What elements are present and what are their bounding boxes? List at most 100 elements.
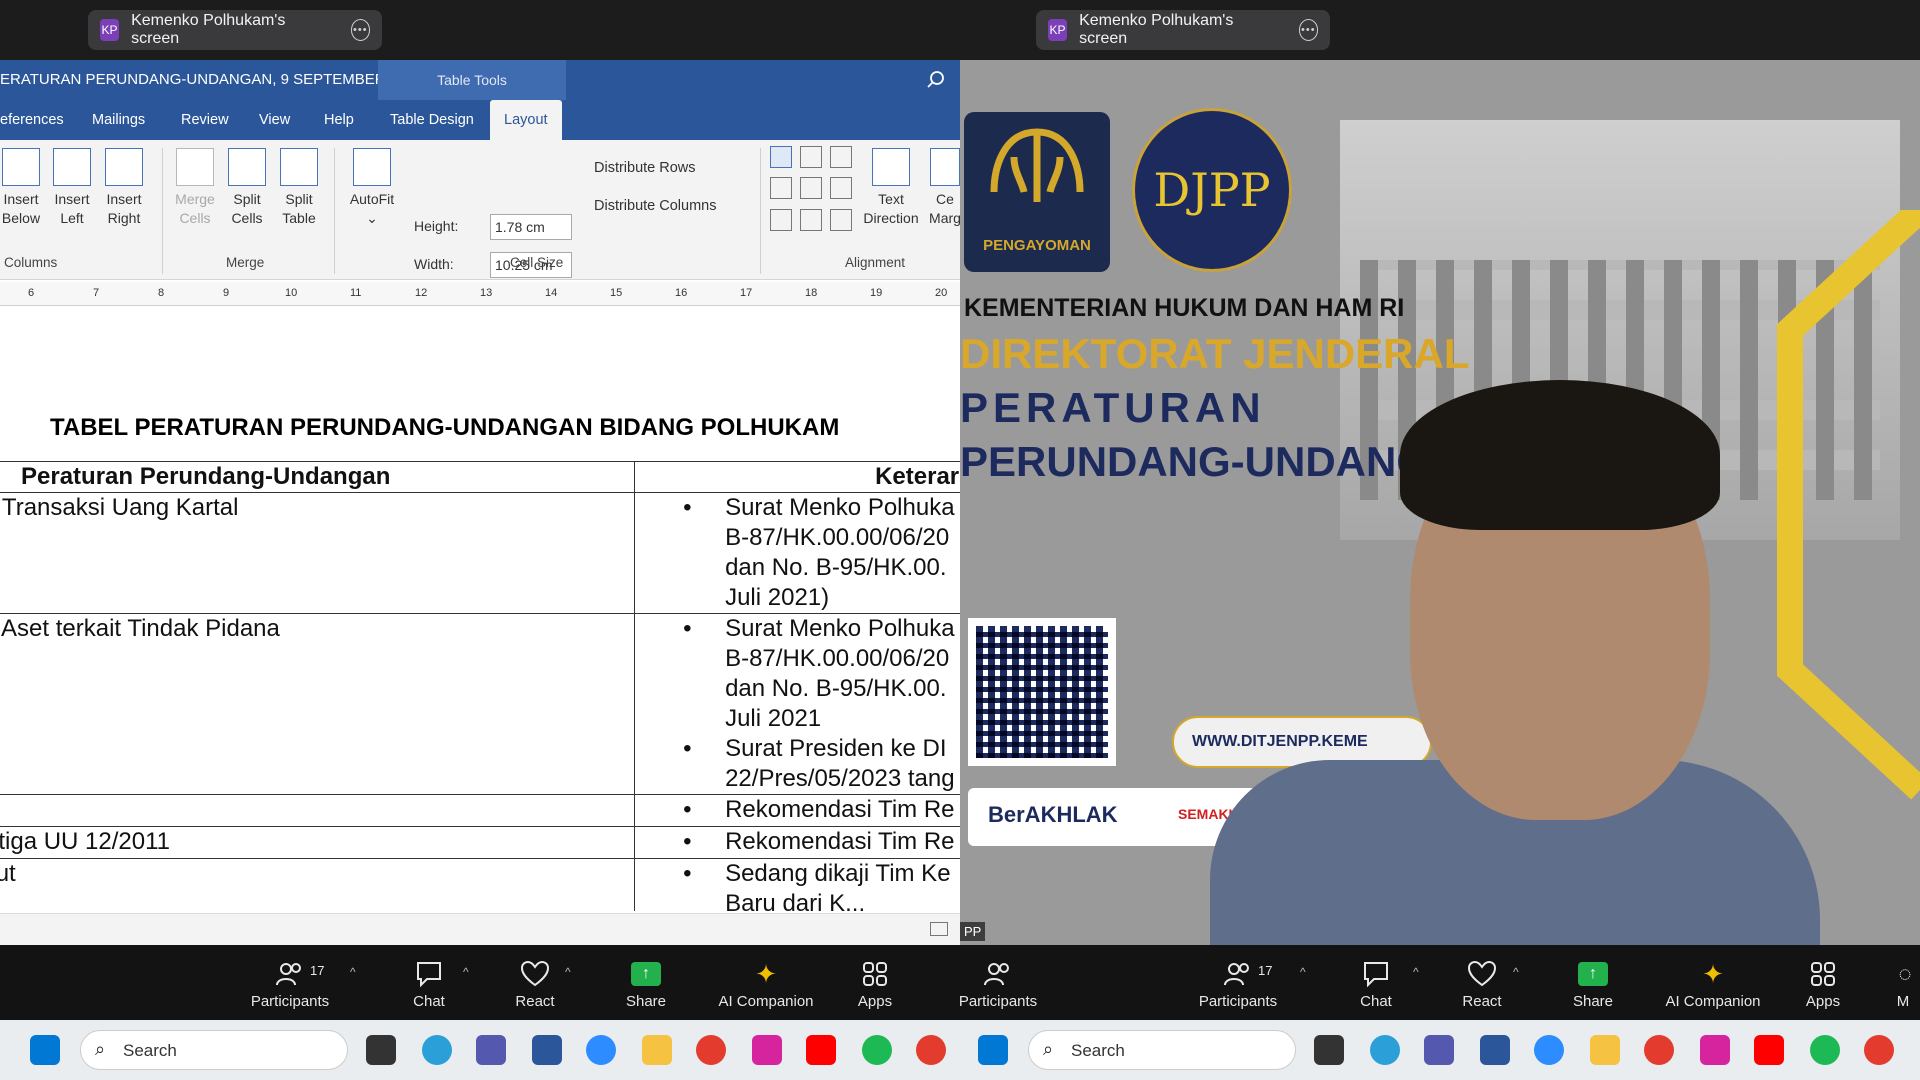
share-indicator-pill[interactable]: KP Kemenko Polhukam's screen ••• xyxy=(88,10,382,50)
ai-companion-button[interactable]: ✦ AI Companion xyxy=(710,959,822,1011)
split-cells-button[interactable]: Split Cells xyxy=(222,148,272,228)
autofit-button[interactable]: AutoFit ⌄ xyxy=(346,148,398,228)
text-direction-button[interactable]: Text Direction xyxy=(863,148,919,228)
file-explorer-icon[interactable] xyxy=(642,1035,672,1065)
more-button[interactable]: ◌ M xyxy=(1888,959,1918,1010)
row-height-field[interactable] xyxy=(490,214,572,240)
tab-review[interactable]: Review xyxy=(181,100,229,140)
table-tools-label: Table Tools xyxy=(378,60,566,100)
zoom-icon[interactable] xyxy=(1534,1035,1564,1065)
spotify-icon[interactable] xyxy=(1810,1035,1840,1065)
align-top-right-icon[interactable] xyxy=(830,146,852,168)
apps-button[interactable]: Apps xyxy=(850,959,900,1010)
react-button[interactable]: React xyxy=(510,959,560,1010)
document-page[interactable]: TABEL PERATURAN PERUNDANG-UNDANGAN BIDAN… xyxy=(0,306,960,911)
tab-layout[interactable]: Layout xyxy=(490,100,562,140)
chat-label: Chat xyxy=(1360,993,1392,1010)
distribute-columns-button[interactable]: Distribute Columns xyxy=(594,198,717,214)
tab-mailings[interactable]: Mailings xyxy=(92,100,145,140)
chrome-icon[interactable] xyxy=(1644,1035,1674,1065)
participants-count: 17 xyxy=(310,963,325,978)
chat-button[interactable]: Chat xyxy=(404,959,454,1010)
share-indicator-pill[interactable]: KP Kemenko Polhukam's screen ••• xyxy=(1036,10,1330,50)
ai-companion-button[interactable]: ✦ AI Companion xyxy=(1657,959,1769,1011)
taskbar-search-box[interactable]: ⌕ Search xyxy=(80,1030,348,1070)
participants-button-2[interactable]: Participants xyxy=(1196,959,1280,1010)
align-top-left-icon[interactable] xyxy=(770,146,792,168)
search-icon: ⌕ xyxy=(1043,1039,1054,1059)
file-explorer-icon[interactable] xyxy=(1590,1035,1620,1065)
split-table-button[interactable]: Split Table xyxy=(274,148,324,228)
teams-icon[interactable] xyxy=(476,1035,506,1065)
chrome-profile-icon[interactable] xyxy=(916,1035,946,1065)
windows-taskbar: ⌕ Search xyxy=(0,1020,960,1080)
participants-button[interactable]: Participants xyxy=(960,959,1040,1010)
regulations-table[interactable]: Peraturan Perundang-Undangan Keterar an … xyxy=(0,461,960,911)
align-middle-left-icon[interactable] xyxy=(770,177,792,200)
react-caret-icon[interactable]: ^ xyxy=(565,965,571,979)
task-view-icon[interactable] xyxy=(366,1035,396,1065)
apps-label: Apps xyxy=(857,993,893,1010)
instagram-icon[interactable] xyxy=(752,1035,782,1065)
more-options-icon[interactable]: ••• xyxy=(1298,19,1319,41)
list-item: Surat Presiden ke DI22/Pres/05/2023 tang xyxy=(683,734,960,794)
list-item: Sedang dikaji Tim KeBaru dari K... xyxy=(683,859,960,911)
horizontal-ruler[interactable]: 6 7 8 9 10 11 12 13 14 15 16 17 18 19 20 xyxy=(0,282,960,306)
windows-start-icon[interactable] xyxy=(30,1035,60,1065)
read-mode-icon[interactable] xyxy=(930,922,948,936)
align-bottom-right-icon[interactable] xyxy=(830,208,852,231)
react-caret-icon[interactable]: ^ xyxy=(1513,965,1519,979)
more-options-icon[interactable]: ••• xyxy=(350,19,371,41)
task-view-icon[interactable] xyxy=(1314,1035,1344,1065)
apps-button[interactable]: Apps xyxy=(1798,959,1848,1010)
chrome-profile-icon[interactable] xyxy=(1864,1035,1894,1065)
directorate-line-1: DIREKTORAT JENDERAL xyxy=(960,330,1470,377)
share-button-label: Share xyxy=(1572,993,1614,1010)
share-button[interactable]: ↑ Share xyxy=(618,959,674,1010)
share-button[interactable]: ↑ Share xyxy=(1565,959,1621,1010)
taskbar-search-box[interactable]: ⌕ Search xyxy=(1028,1030,1296,1070)
align-top-center-icon[interactable] xyxy=(800,146,822,168)
edge-icon[interactable] xyxy=(1370,1035,1400,1065)
teams-icon[interactable] xyxy=(1424,1035,1454,1065)
table-row[interactable]: an Transaksi Uang Kartal Surat Menko Pol… xyxy=(0,492,960,614)
distribute-rows-button[interactable]: Distribute Rows xyxy=(594,160,696,176)
zoom-icon[interactable] xyxy=(586,1035,616,1065)
insert-below-button[interactable]: Insert Below xyxy=(0,148,46,228)
insert-right-button[interactable]: Insert Right xyxy=(99,148,149,228)
participants-caret-icon[interactable]: ^ xyxy=(1300,965,1306,979)
windows-start-icon[interactable] xyxy=(978,1035,1008,1065)
table-row[interactable]: Rekomendasi Tim Re xyxy=(0,794,960,827)
insert-below-icon xyxy=(2,148,40,186)
participants-caret-icon[interactable]: ^ xyxy=(350,965,356,979)
align-bottom-center-icon[interactable] xyxy=(800,208,822,231)
cell-margins-button[interactable]: Ce Marg xyxy=(925,148,960,228)
table-row[interactable]: Laut Sedang dikaji Tim KeBaru dari K... xyxy=(0,858,960,911)
tab-references[interactable]: eferences xyxy=(0,100,64,140)
word-icon[interactable] xyxy=(1480,1035,1510,1065)
chrome-icon[interactable] xyxy=(696,1035,726,1065)
align-middle-center-icon[interactable] xyxy=(800,177,822,200)
chat-caret-icon[interactable]: ^ xyxy=(1413,965,1419,979)
table-row[interactable]: an Aset terkait Tindak Pidana Surat Menk… xyxy=(0,613,960,795)
word-icon[interactable] xyxy=(532,1035,562,1065)
tab-help[interactable]: Help xyxy=(324,100,354,140)
align-middle-right-icon[interactable] xyxy=(830,177,852,200)
react-button[interactable]: React xyxy=(1457,959,1507,1010)
youtube-icon[interactable] xyxy=(1754,1035,1784,1065)
participant-video[interactable]: PENGAYOMAN DJPP KEMENTERIAN HUKUM DAN HA… xyxy=(960,60,1920,945)
tab-view[interactable]: View xyxy=(259,100,290,140)
chat-caret-icon[interactable]: ^ xyxy=(463,965,469,979)
tab-table-design[interactable]: Table Design xyxy=(390,100,474,140)
edge-icon[interactable] xyxy=(422,1035,452,1065)
search-icon[interactable] xyxy=(926,70,946,90)
align-bottom-left-icon[interactable] xyxy=(770,208,792,231)
spotify-icon[interactable] xyxy=(862,1035,892,1065)
merge-cells-button[interactable]: Merge Cells xyxy=(170,148,220,228)
youtube-icon[interactable] xyxy=(806,1035,836,1065)
insert-left-button[interactable]: Insert Left xyxy=(47,148,97,228)
table-row[interactable]: Ketiga UU 12/2011 Rekomendasi Tim Re xyxy=(0,826,960,859)
chat-button[interactable]: Chat xyxy=(1351,959,1401,1010)
list-item: Rekomendasi Tim Re xyxy=(683,827,960,857)
instagram-icon[interactable] xyxy=(1700,1035,1730,1065)
